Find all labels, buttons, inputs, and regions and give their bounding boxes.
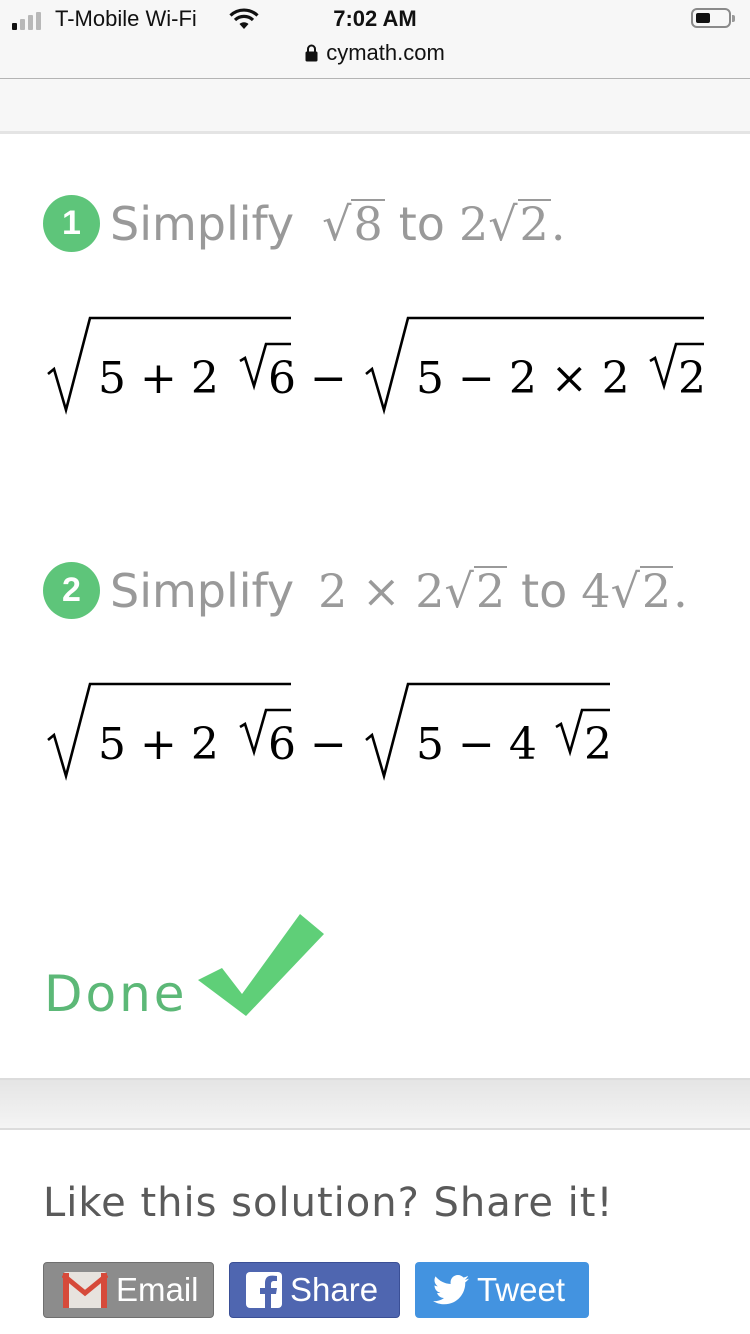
inner-radicand: 6 [268,353,296,404]
lock-icon [305,44,318,62]
twitter-icon [433,1275,469,1305]
step-verb: Simplify [110,196,295,251]
step-from-math: 2 × 2√2 [318,563,508,618]
radicand-text: 5 − 2 × 2 [416,353,630,404]
operator: − [310,719,347,770]
radicand-text: 5 + 2 [98,353,219,404]
button-label: Share [290,1271,379,1308]
gmail-icon [62,1272,108,1308]
step-verb: Simplify [110,563,295,618]
button-label: Tweet [477,1271,566,1308]
step-to-math: 2√2. [458,196,566,251]
facebook-icon [246,1272,282,1308]
step-connector: to [398,196,445,251]
step-2-expression: 5 + 2 6 − 5 − 4 2 [47,682,612,781]
button-label: Email [116,1271,199,1308]
email-share-button[interactable]: Email [43,1262,214,1318]
step-to-math: 4√2. [581,563,688,618]
radicand-text: 5 − 4 [416,719,537,770]
step-1-heading: 1 Simplify √8 to 2√2. [43,195,565,252]
operator: − [310,353,347,404]
step-number-badge: 1 [43,195,100,252]
twitter-share-button[interactable]: Tweet [415,1262,589,1318]
inner-radicand: 6 [268,719,296,770]
clock: 7:02 AM [333,6,417,31]
radicand-text: 5 + 2 [98,719,219,770]
step-connector: to [521,563,568,618]
section-divider [0,1078,750,1130]
page-header-band [0,79,750,134]
share-title: Like this solution? Share it! [43,1180,614,1226]
address-bar[interactable]: cymath.com [0,40,750,66]
inner-radicand: 2 [584,719,612,770]
inner-radicand: 2 [678,353,706,404]
done-label: Done [44,965,188,1023]
step-2-heading: 2 Simplify 2 × 2√2 to 4√2. [43,562,688,619]
ios-status-bar: T-Mobile Wi-Fi 7:02 AM cymath.com [0,0,750,79]
step-1-expression: 5 + 2 6 − 5 − 2 × 2 2 [47,316,706,415]
url-text: cymath.com [326,40,445,65]
step-from-math: √8 [322,196,385,251]
checkmark-icon [198,914,324,1016]
step-number-badge: 2 [43,562,100,619]
facebook-share-button[interactable]: Share [229,1262,400,1318]
battery-icon [691,8,735,28]
